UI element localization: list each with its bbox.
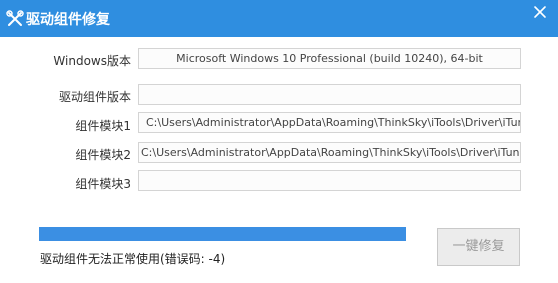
progress-bar [39,227,406,241]
module2-label: 组件模块2 [75,148,131,162]
driver-version-label: 驱动组件版本 [58,90,131,104]
module1-field[interactable]: C:\Users\Administrator\AppData\Roaming\T… [138,112,521,133]
status-text: 驱动组件无法正常使用(错误码: -4) [40,252,226,266]
module2-field[interactable]: C:\Users\Administrator\AppData\Roaming\T… [138,142,521,163]
wrench-screwdriver-icon [6,10,24,26]
module3-field[interactable] [138,170,521,191]
progress-fill [39,227,406,241]
windows-version-field[interactable]: Microsoft Windows 10 Professional (build… [138,48,521,69]
repair-button[interactable]: 一键修复 [437,228,520,266]
close-icon[interactable] [530,2,550,22]
module3-label: 组件模块3 [75,177,131,191]
title-bar: 驱动组件修复 [0,0,558,37]
driver-version-field[interactable] [138,84,521,105]
module1-label: 组件模块1 [75,119,131,133]
window-title: 驱动组件修复 [26,12,110,28]
windows-version-label: Windows版本 [53,54,131,68]
